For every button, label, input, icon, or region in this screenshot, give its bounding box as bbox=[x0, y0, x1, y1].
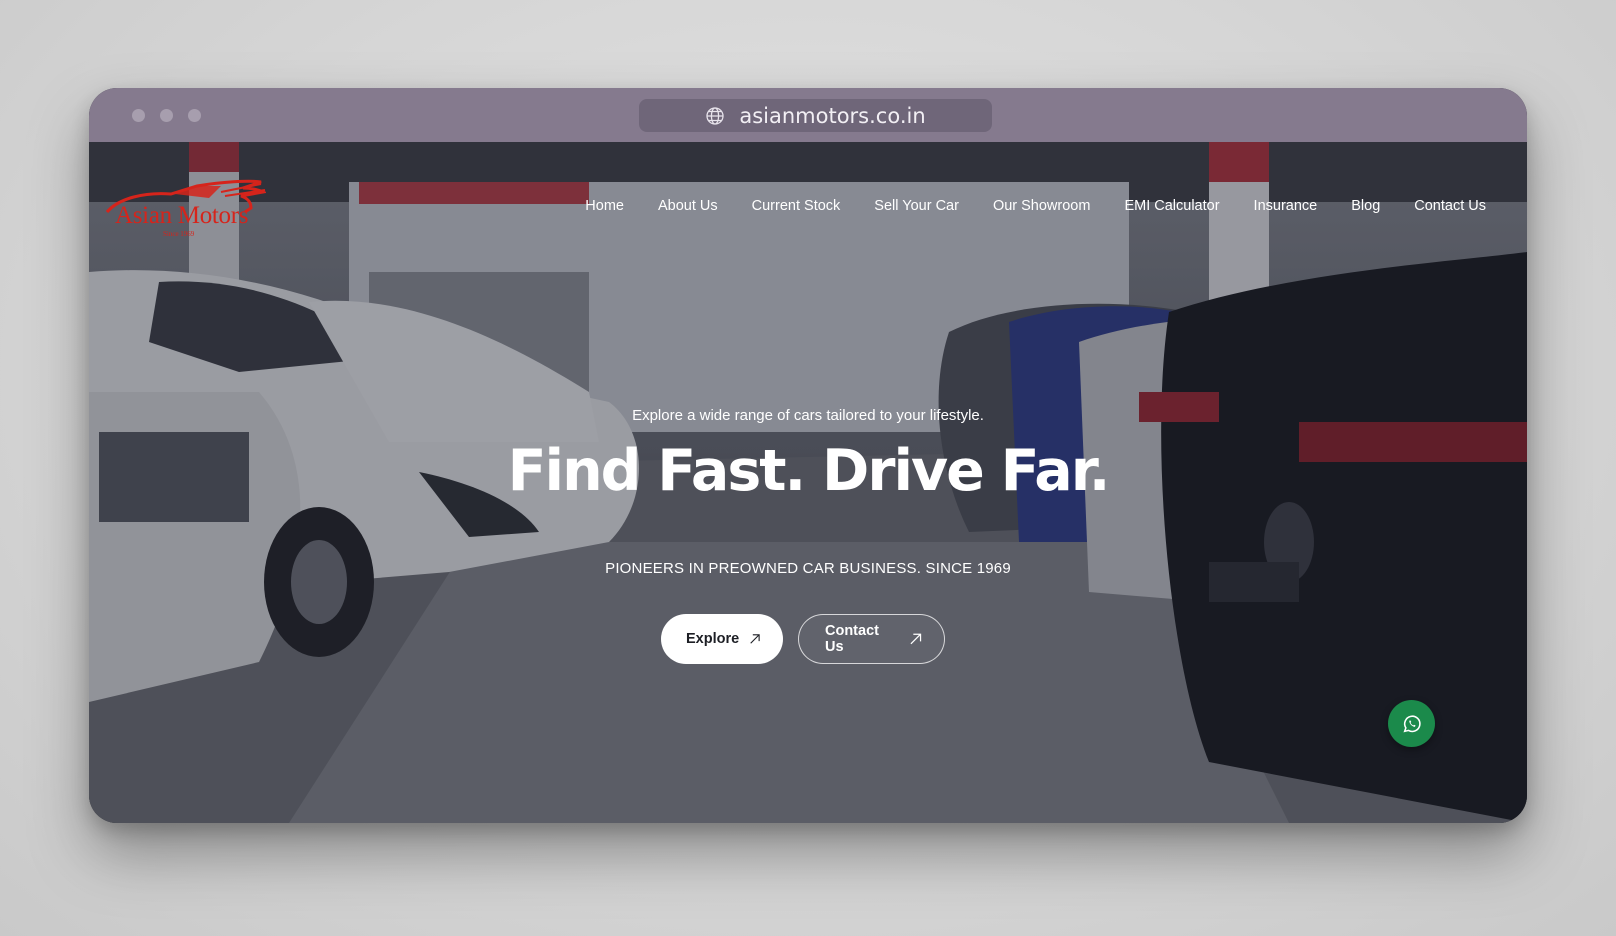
contact-us-button-label: Contact Us bbox=[825, 623, 879, 655]
hero-tagline: Explore a wide range of cars tailored to… bbox=[632, 407, 984, 424]
hero-cta-group: Explore Contact Us bbox=[89, 614, 1527, 664]
nav-item-sell-your-car[interactable]: Sell Your Car bbox=[874, 198, 959, 214]
nav-item-home[interactable]: Home bbox=[585, 198, 624, 214]
window-minimize-dot[interactable] bbox=[160, 109, 173, 122]
arrow-up-right-icon bbox=[910, 633, 921, 645]
nav-item-insurance[interactable]: Insurance bbox=[1254, 198, 1318, 214]
window-maximize-dot[interactable] bbox=[188, 109, 201, 122]
site-logo[interactable]: Asian Motors Since 1969 bbox=[101, 178, 268, 244]
main-nav: Home About Us Current Stock Sell Your Ca… bbox=[585, 198, 1486, 214]
whatsapp-icon bbox=[1402, 714, 1421, 732]
nav-item-our-showroom[interactable]: Our Showroom bbox=[993, 198, 1091, 214]
address-bar[interactable]: asianmotors.co.in bbox=[639, 99, 992, 132]
nav-item-current-stock[interactable]: Current Stock bbox=[752, 198, 841, 214]
browser-titlebar: asianmotors.co.in bbox=[89, 88, 1527, 142]
hero-section: Asian Motors Since 1969 Home About Us Cu… bbox=[89, 142, 1527, 823]
globe-icon bbox=[705, 106, 725, 126]
window-close-dot[interactable] bbox=[132, 109, 145, 122]
arrow-up-right-icon bbox=[750, 634, 760, 644]
explore-button[interactable]: Explore bbox=[661, 614, 783, 664]
explore-button-label: Explore bbox=[686, 631, 740, 647]
hero-headline: Find Fast. Drive Far. bbox=[507, 438, 1111, 504]
hero-subline: PIONEERS IN PREOWNED CAR BUSINESS. SINCE… bbox=[605, 560, 1011, 577]
logo-tagline: Since 1969 bbox=[163, 230, 195, 238]
contact-us-button[interactable]: Contact Us bbox=[798, 614, 945, 664]
nav-item-contact-us[interactable]: Contact Us bbox=[1414, 198, 1486, 214]
whatsapp-chat-button[interactable] bbox=[1388, 700, 1435, 747]
nav-item-blog[interactable]: Blog bbox=[1351, 198, 1380, 214]
browser-window: asianmotors.co.in Asian Motors Since 196… bbox=[89, 88, 1527, 823]
nav-item-emi-calculator[interactable]: EMI Calculator bbox=[1124, 198, 1219, 214]
address-bar-url: asianmotors.co.in bbox=[739, 103, 926, 128]
logo-wordmark: Asian Motors bbox=[115, 202, 249, 229]
nav-item-about-us[interactable]: About Us bbox=[658, 198, 718, 214]
